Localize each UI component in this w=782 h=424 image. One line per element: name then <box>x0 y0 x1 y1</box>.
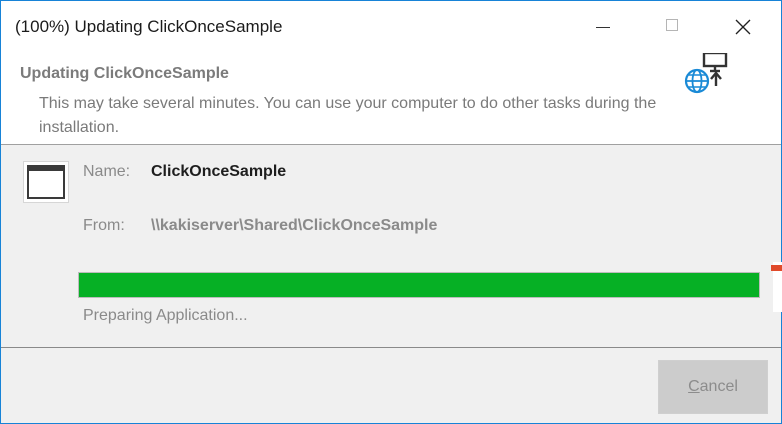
progress-bar-fill <box>79 273 759 297</box>
progress-bar <box>78 272 760 298</box>
from-value: \\kakiserver\Shared\ClickOnceSample <box>151 217 438 234</box>
update-dialog-window: (100%) Updating ClickOnceSample Updating… <box>0 0 782 424</box>
cancel-label: ancel <box>699 378 738 395</box>
header-separator <box>1 144 781 145</box>
close-icon[interactable] <box>720 1 766 53</box>
cancel-mnemonic: C <box>688 378 700 395</box>
title-bar[interactable]: (100%) Updating ClickOnceSample <box>1 1 781 53</box>
header-description: This may take several minutes. You can u… <box>39 95 657 136</box>
progress-status-text: Preparing Application... <box>83 307 248 324</box>
header-title: Updating ClickOnceSample <box>20 65 229 82</box>
globe-update-icon <box>684 53 728 94</box>
from-label: From: <box>83 217 125 234</box>
window-title: (100%) Updating ClickOnceSample <box>15 17 283 36</box>
name-label: Name: <box>83 163 131 180</box>
maximize-icon <box>650 1 696 53</box>
application-window-icon <box>23 161 69 203</box>
name-value: ClickOnceSample <box>151 163 287 180</box>
cancel-button[interactable]: Cancel <box>658 360 768 414</box>
minimize-icon[interactable] <box>584 1 630 53</box>
footer-separator <box>1 347 781 348</box>
background-window-accent <box>771 265 782 271</box>
dialog-header: Updating ClickOnceSample This may take s… <box>1 53 781 144</box>
